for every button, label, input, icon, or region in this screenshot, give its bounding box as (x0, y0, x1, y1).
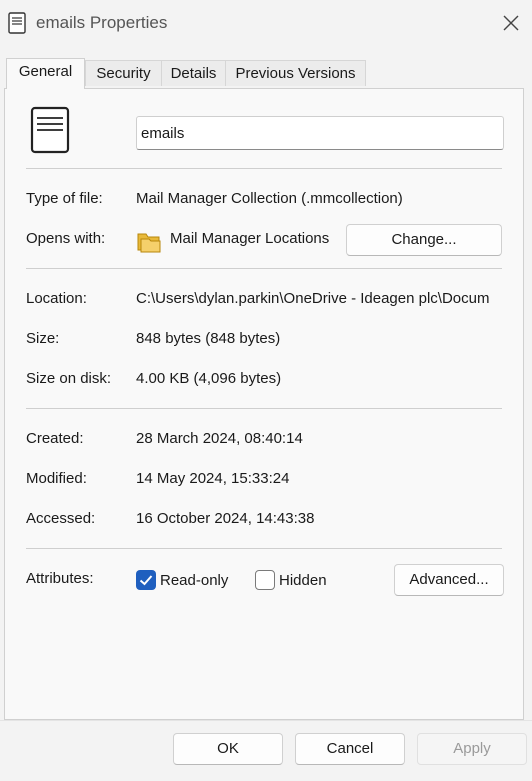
tab-details[interactable]: Details (161, 60, 226, 86)
divider (26, 408, 502, 409)
created-value: 28 March 2024, 08:40:14 (136, 430, 303, 447)
attributes-label: Attributes: (26, 570, 94, 587)
opens-with-label: Opens with: (26, 230, 106, 247)
window-title: emails Properties (36, 13, 168, 32)
advanced-button[interactable]: Advanced... (394, 564, 504, 596)
hidden-checkbox[interactable] (255, 570, 275, 590)
accessed-value: 16 October 2024, 14:43:38 (136, 510, 315, 527)
folder-icon (137, 233, 161, 253)
size-on-disk-value: 4.00 KB (4,096 bytes) (136, 370, 282, 387)
tab-previous-versions[interactable]: Previous Versions (225, 60, 366, 86)
document-icon (30, 106, 70, 154)
tab-security[interactable]: Security (85, 60, 162, 86)
location-label: Location: (26, 290, 87, 307)
type-value: Mail Manager Collection (.mmcollection) (136, 190, 403, 207)
accessed-label: Accessed: (26, 510, 96, 527)
ok-button[interactable]: OK (173, 733, 283, 765)
created-label: Created: (26, 430, 84, 447)
footer-divider (0, 720, 532, 721)
readonly-checkbox[interactable] (136, 570, 156, 590)
document-icon (8, 12, 26, 34)
apply-button[interactable]: Apply (417, 733, 527, 765)
close-icon[interactable] (500, 12, 522, 34)
cancel-button[interactable]: Cancel (295, 733, 405, 765)
size-on-disk-label: Size on disk: (26, 370, 112, 387)
general-panel (4, 88, 524, 720)
file-name-input[interactable] (136, 116, 504, 150)
checkmark-icon (139, 575, 153, 586)
divider (26, 168, 502, 169)
modified-value: 14 May 2024, 15:33:24 (136, 470, 290, 487)
readonly-label[interactable]: Read-only (160, 572, 228, 589)
tab-general[interactable]: General (6, 58, 85, 89)
hidden-label[interactable]: Hidden (279, 572, 327, 589)
modified-label: Modified: (26, 470, 87, 487)
size-label: Size: (26, 330, 60, 347)
divider (26, 268, 502, 269)
location-value: C:\Users\dylan.parkin\OneDrive - Ideagen… (136, 290, 490, 307)
title-bar: emails Properties (0, 0, 532, 48)
divider (26, 548, 502, 549)
size-value: 848 bytes (848 bytes) (136, 330, 281, 347)
change-button[interactable]: Change... (346, 224, 502, 256)
opens-with-value: Mail Manager Locations (170, 230, 330, 247)
type-label: Type of file: (26, 190, 103, 207)
